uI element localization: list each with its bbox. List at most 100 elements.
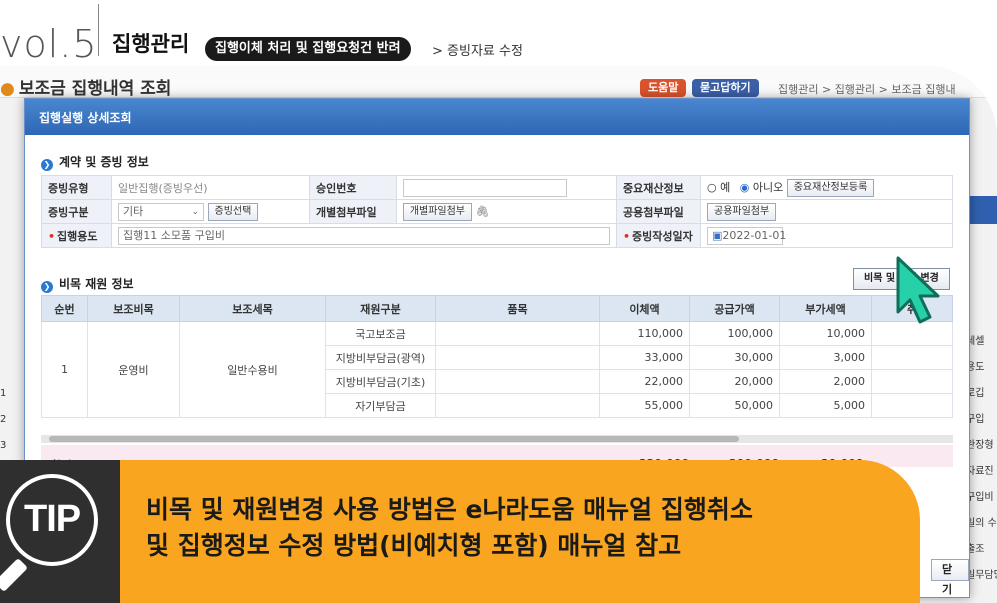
individual-file-label: 개별첨부파일 — [308, 199, 397, 224]
help-button[interactable]: 도움말 — [640, 79, 687, 97]
evidence-select-button[interactable]: 증빙선택 — [207, 202, 259, 221]
evidence-type-label: 증빙유형 — [41, 175, 112, 200]
column-header: 품목 — [435, 295, 600, 322]
background-row-number: 2 — [0, 414, 7, 425]
approval-no-input[interactable] — [402, 178, 567, 197]
individual-file-button[interactable]: 개별파일첨부 — [402, 202, 473, 221]
page-header: vol.5 집행관리 집행이체 처리 및 집행요청건 반려 > 증빙자료 수정 — [0, 0, 997, 66]
source-cell: 자기부담금 — [325, 393, 436, 418]
cancel-cell — [871, 393, 953, 418]
seq-cell: 1 — [41, 321, 88, 418]
background-row-number: 1 — [0, 388, 7, 399]
evidence-class-label: 증빙구분 — [41, 199, 112, 224]
approval-no-label: 승인번호 — [308, 175, 397, 200]
evidence-class-select[interactable]: 기타 ⌄ — [118, 202, 204, 221]
breadcrumb-tail: > 증빙자료 수정 — [432, 44, 523, 59]
background-title-bar: ● 보조금 집행내역 조회 도움말 묻고답하기 집행관리 > 집행관리 > 보조금… — [0, 66, 997, 99]
background-right-label: 일의 수 — [966, 518, 997, 529]
background-title-text: 보조금 집행내역 조회 — [18, 79, 172, 99]
supply-cell: 20,000 — [689, 369, 780, 394]
major-asset-register-button[interactable]: 중요재산정보등록 — [786, 178, 875, 197]
background-page-title: ● 보조금 집행내역 조회 — [0, 74, 171, 99]
tip-message: 비목 및 재원변경 사용 방법은 e나라도움 매뉴얼 집행취소 및 집행정보 수… — [146, 492, 753, 564]
transfer-cell: 33,000 — [599, 345, 690, 370]
chevron-right-icon: ❯ — [41, 281, 53, 293]
fund-table-header: 순번 보조비목 보조세목 재원구분 품목 이체액 공급가액 부가세액 취 — [41, 295, 953, 322]
common-file-label: 공용첨부파일 — [616, 199, 701, 224]
bullet-icon: ● — [0, 79, 15, 99]
supply-cell: 100,000 — [689, 321, 780, 346]
source-cell: 국고보조금 — [325, 321, 436, 346]
fund-table: 순번 보조비목 보조세목 재원구분 품목 이체액 공급가액 부가세액 취 1 운… — [41, 295, 953, 418]
chevron-down-icon: ⌄ — [191, 206, 199, 217]
vat-cell: 3,000 — [779, 345, 872, 370]
vat-cell: 2,000 — [779, 369, 872, 394]
background-right-label: 완장형 — [966, 440, 994, 451]
source-cell: 지방비부담금(광역) — [325, 345, 436, 370]
background-action-button[interactable] — [968, 196, 997, 224]
cancel-cell — [871, 369, 953, 394]
contract-table: 증빙유형 일반집행(증빙우선) 승인번호 중요재산정보 ○ 예 ◉ 아니오 중요… — [41, 175, 953, 248]
major-asset-no-radio[interactable]: ◉ — [740, 181, 753, 194]
column-header: 재원구분 — [325, 295, 436, 322]
supply-cell: 50,000 — [689, 393, 780, 418]
modal-header: 집행실행 상세조회 — [25, 99, 969, 135]
background-right-label: 일무담당자 수 — [966, 570, 997, 581]
chevron-right-icon: ❯ — [41, 159, 53, 171]
table-row[interactable]: 1 운영비 일반수용비 국고보조금 110,000 100,000 10,000 — [41, 321, 953, 418]
close-button[interactable]: 닫기 — [931, 559, 969, 596]
fund-section-label: 비목 재원 정보 — [59, 277, 134, 291]
column-header: 부가세액 — [779, 295, 872, 322]
fund-section-title: ❯ 비목 재원 정보 — [41, 275, 134, 293]
background-right-label: 자료진 — [966, 466, 994, 477]
scrollbar-thumb[interactable] — [49, 436, 739, 442]
major-asset-yes-label: 예 — [720, 180, 731, 194]
transfer-cell: 55,000 — [599, 393, 690, 418]
background-right-label: 구입비 — [966, 492, 994, 503]
major-asset-label: 중요재산정보 — [616, 175, 701, 200]
column-header: 이체액 — [599, 295, 690, 322]
background-breadcrumbs: 집행관리 > 집행관리 > 보조금 집행내 — [778, 83, 956, 96]
major-asset-yes-radio[interactable]: ○ — [707, 181, 720, 194]
common-file-button[interactable]: 공용파일첨부 — [707, 202, 777, 221]
column-header: 보조비목 — [87, 295, 180, 322]
contract-section-title: ❯ 계약 및 증빙 정보 — [41, 153, 149, 171]
volume-label: vol.5 — [0, 22, 98, 66]
subcategory-cell: 일반수용비 — [179, 321, 326, 418]
tip-line-1: 비목 및 재원변경 사용 방법은 e나라도움 매뉴얼 집행취소 — [146, 495, 753, 524]
section-title: 집행관리 — [112, 32, 190, 56]
transfer-cell: 110,000 — [599, 321, 690, 346]
calendar-icon: ▣ — [712, 228, 723, 242]
modal-title: 집행실행 상세조회 — [39, 111, 132, 125]
evidence-date-input[interactable]: ▣2022-01-01 — [707, 226, 787, 245]
item-cell — [435, 393, 600, 418]
paperclip-icon[interactable]: 🖇 — [476, 205, 490, 218]
tip-line-2: 및 집행정보 수정 방법(비예치형 포함) 매뉴얼 참고 — [146, 531, 682, 560]
supply-cell: 30,000 — [689, 345, 780, 370]
item-cell — [435, 321, 600, 346]
contract-section-label: 계약 및 증빙 정보 — [59, 155, 149, 169]
purpose-label: 집행용도 — [57, 229, 98, 243]
header-divider — [98, 4, 99, 56]
pointer-cursor-icon — [896, 256, 940, 324]
evidence-class-value: 기타 — [123, 204, 144, 218]
evidence-date-label: 증빙작성일자 — [632, 229, 693, 243]
tip-badge-text: TIP — [24, 498, 81, 540]
transfer-cell: 22,000 — [599, 369, 690, 394]
vat-cell: 10,000 — [779, 321, 872, 346]
required-marker: • — [48, 229, 56, 243]
background-row-number: 3 — [0, 440, 7, 451]
required-marker: • — [623, 229, 631, 243]
cancel-cell — [871, 345, 953, 370]
column-header: 순번 — [41, 295, 88, 322]
major-asset-no-label: 아니오 — [752, 180, 784, 194]
evidence-date-value: 2022-01-01 — [722, 228, 787, 242]
item-cell — [435, 345, 600, 370]
evidence-type-value: 일반집행(증빙우선) — [111, 175, 310, 200]
column-header: 보조세목 — [179, 295, 326, 322]
purpose-input[interactable]: 집행11 소모품 구입비 — [118, 226, 610, 245]
vat-cell: 5,000 — [779, 393, 872, 418]
column-header: 공급가액 — [689, 295, 780, 322]
qa-button[interactable]: 묻고답하기 — [692, 79, 759, 97]
horizontal-scrollbar[interactable] — [41, 435, 953, 443]
